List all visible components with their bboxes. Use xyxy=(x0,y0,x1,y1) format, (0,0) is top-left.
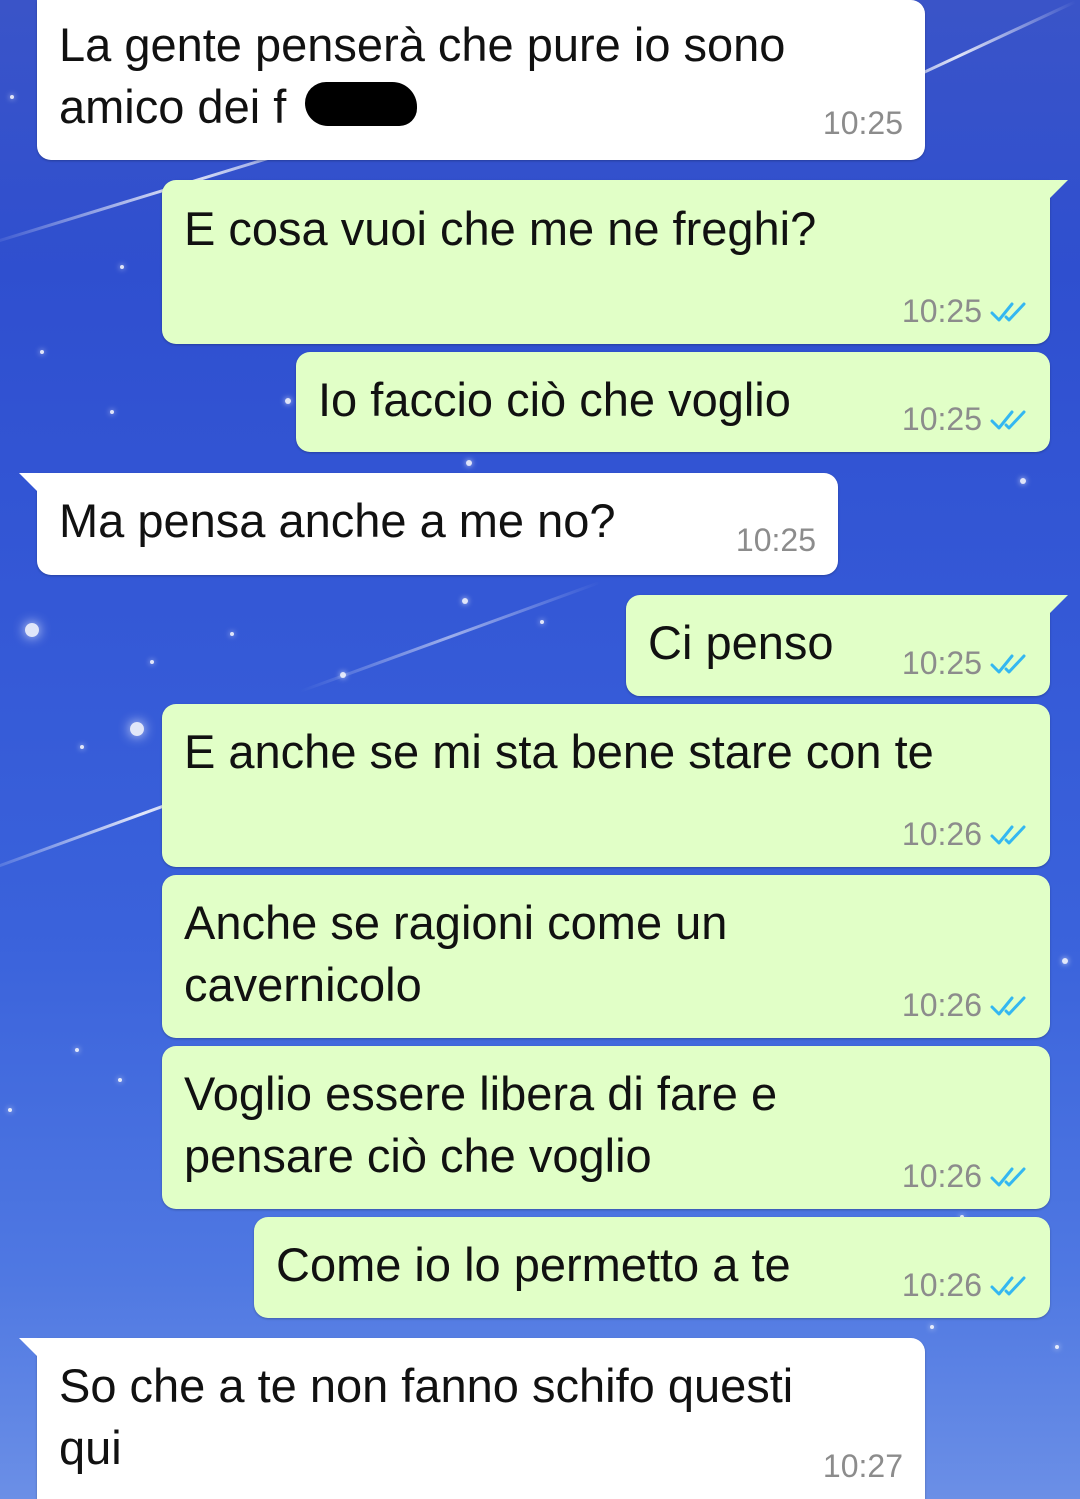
star xyxy=(130,722,144,736)
message-time: 10:27 xyxy=(822,1448,903,1484)
double-check-icon xyxy=(990,1167,1026,1186)
star xyxy=(80,745,84,749)
message-bubble-outgoing[interactable]: Come io lo permetto a te 10:26 xyxy=(254,1217,1050,1318)
message-bubble-outgoing[interactable]: Voglio essere libera di fare e pensare c… xyxy=(162,1046,1050,1209)
message-time: 10:26 xyxy=(901,816,982,852)
message-bubble-incoming[interactable]: So che a te non fanno schifo questi qui … xyxy=(19,1338,925,1499)
bubble-tail xyxy=(1046,180,1068,202)
double-check-icon xyxy=(990,1276,1026,1295)
message-meta: 10:26 xyxy=(902,1158,1030,1195)
message-bubble-outgoing[interactable]: Anche se ragioni come un cavernicolo 10:… xyxy=(162,875,1050,1038)
star xyxy=(118,1078,122,1082)
message-text: Come io lo permetto a te xyxy=(276,1238,791,1291)
bubble-tail xyxy=(19,473,41,495)
message-bubble-outgoing[interactable]: E anche se mi sta bene stare con te 10:2… xyxy=(162,704,1050,867)
message-time: 10:25 xyxy=(901,401,982,437)
message-time: 10:25 xyxy=(901,293,982,329)
bubble-tail xyxy=(1046,595,1068,617)
double-check-icon xyxy=(990,654,1026,673)
message-bubble-incoming[interactable]: La gente penserà che pure io sono amico … xyxy=(37,0,925,160)
message-bubble-incoming[interactable]: Ma pensa anche a me no? 10:25 xyxy=(19,473,838,575)
message-time: 10:26 xyxy=(901,987,982,1023)
message-text: Io faccio ciò che voglio xyxy=(318,373,791,426)
star xyxy=(540,620,544,624)
star xyxy=(8,1108,12,1112)
message-time: 10:25 xyxy=(735,522,816,558)
message-time: 10:26 xyxy=(901,1158,982,1194)
message-meta: 10:26 xyxy=(902,1267,1030,1304)
star xyxy=(930,1325,934,1329)
star xyxy=(230,632,234,636)
message-text: Ci penso xyxy=(648,616,834,669)
star xyxy=(25,623,39,637)
star xyxy=(466,460,472,466)
message-time: 10:25 xyxy=(901,645,982,681)
double-check-icon xyxy=(990,825,1026,844)
message-meta: 10:26 xyxy=(902,987,1030,1024)
star xyxy=(1062,958,1068,964)
star xyxy=(462,598,468,604)
message-time: 10:26 xyxy=(901,1267,982,1303)
message-text: La gente penserà che pure io sono amico … xyxy=(59,18,786,133)
message-meta: 10:25 xyxy=(902,401,1030,438)
bubble-tail xyxy=(19,1338,41,1360)
double-check-icon xyxy=(990,302,1026,321)
star xyxy=(1055,1345,1059,1349)
message-text: Anche se ragioni come un cavernicolo xyxy=(184,896,728,1011)
star xyxy=(40,350,44,354)
message-text: E anche se mi sta bene stare con te xyxy=(184,725,934,778)
message-bubble-outgoing[interactable]: Ci penso 10:25 xyxy=(626,595,1068,696)
message-meta: 10:25 xyxy=(902,645,1030,682)
message-meta: 10:27 xyxy=(823,1448,903,1485)
star xyxy=(150,660,154,664)
message-meta: 10:25 xyxy=(736,522,816,559)
star xyxy=(285,398,291,404)
message-text: So che a te non fanno schifo questi qui xyxy=(59,1359,794,1474)
star xyxy=(1020,478,1026,484)
double-check-icon xyxy=(990,410,1026,429)
message-meta: 10:25 xyxy=(902,293,1030,330)
message-text: Voglio essere libera di fare e pensare c… xyxy=(184,1067,778,1182)
message-text: E cosa vuoi che me ne freghi? xyxy=(184,202,817,255)
message-text: Ma pensa anche a me no? xyxy=(59,494,616,547)
message-meta: 10:26 xyxy=(902,816,1030,853)
redaction-mark xyxy=(305,82,417,126)
message-bubble-outgoing[interactable]: E cosa vuoi che me ne freghi? 10:25 xyxy=(162,180,1068,344)
star xyxy=(110,410,114,414)
star xyxy=(340,672,346,678)
star xyxy=(10,95,14,99)
star xyxy=(120,265,124,269)
message-meta: 10:25 xyxy=(823,105,903,142)
message-bubble-outgoing[interactable]: Io faccio ciò che voglio 10:25 xyxy=(296,352,1050,452)
double-check-icon xyxy=(990,996,1026,1015)
star xyxy=(75,1048,79,1052)
message-time: 10:25 xyxy=(822,105,903,141)
